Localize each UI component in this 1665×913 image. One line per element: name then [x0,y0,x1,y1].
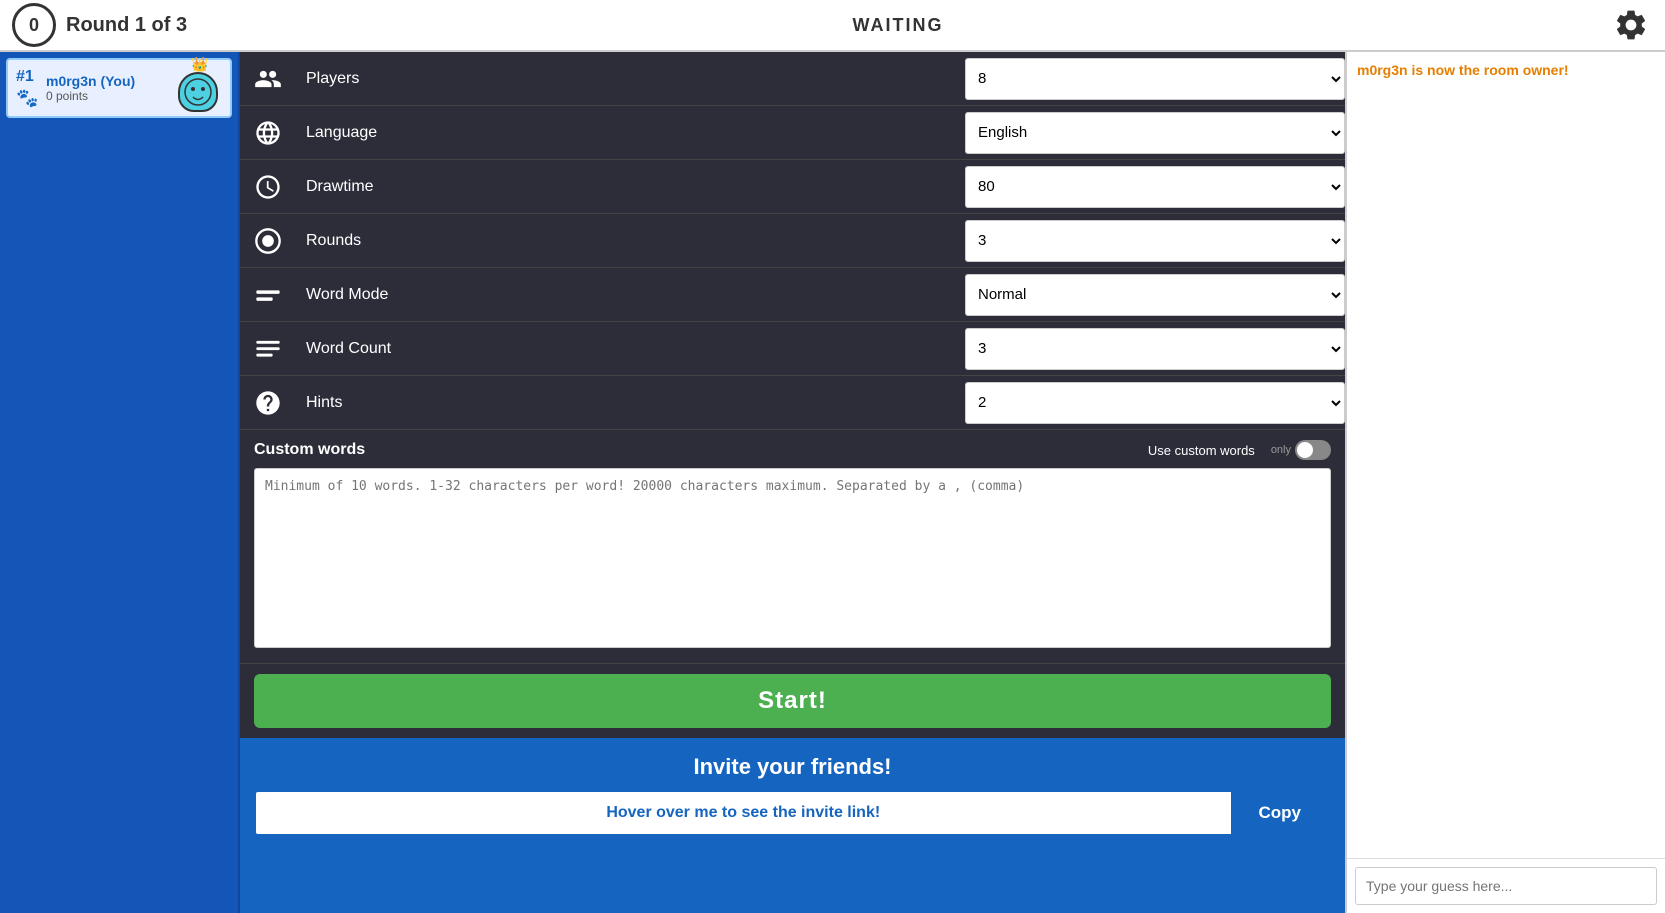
word-count-icon-cell [240,335,296,363]
custom-words-textarea[interactable] [254,468,1331,648]
players-label: Players [296,70,965,88]
word-count-select[interactable]: 1 2 3 4 5 [965,328,1345,370]
hints-label: Hints [296,394,965,412]
invite-link-text: Hover over me to see the invite link! [256,792,1231,834]
chat-input[interactable] [1355,867,1657,905]
custom-words-title: Custom words [254,441,365,459]
main-layout: #1 🐾 m0rg3n (You) 0 points 👑 [0,52,1665,913]
drawtime-select[interactable]: 80 30 60 120 180 [965,166,1345,208]
copy-button[interactable]: Copy [1231,792,1330,834]
language-icon-cell [240,119,296,147]
players-select[interactable]: 8 2 3 4 5 6 7 9 10 12 16 20 [965,58,1345,100]
use-custom-toggle-area: Use custom words only [1148,440,1331,460]
language-row: Language English German Spanish French [240,106,1345,160]
language-icon [254,119,282,147]
top-bar: 0 Round 1 of 3 WAITING [0,0,1665,52]
chat-owner-message: m0rg3n is now the room owner! [1357,62,1655,78]
players-icon-cell [240,65,296,93]
only-label: only [1271,444,1291,456]
players-icon [254,65,282,93]
rounds-select[interactable]: 2 3 4 5 6 8 10 [965,220,1345,262]
custom-words-header: Custom words Use custom words only [254,440,1331,460]
avatar-body [178,72,218,112]
chat-input-area [1347,858,1665,913]
invite-link-row: Hover over me to see the invite link! Co… [254,790,1331,836]
word-count-row: Word Count 1 2 3 4 5 [240,322,1345,376]
start-btn-container: Start! [240,664,1345,738]
player-rank-label: #1 🐾 [16,68,40,109]
drawtime-label: Drawtime [296,178,965,196]
word-mode-select[interactable]: Normal Hidden Combination [965,274,1345,316]
hints-icon [254,389,282,417]
center-panel: Players 8 2 3 4 5 6 7 9 10 12 16 20 [240,52,1345,913]
settings-form: Players 8 2 3 4 5 6 7 9 10 12 16 20 [240,52,1345,430]
rounds-icon [254,227,282,255]
invite-title: Invite your friends! [254,754,1331,780]
hints-icon-cell [240,389,296,417]
player-info: m0rg3n (You) 0 points [46,73,172,103]
word-mode-row: Word Mode Normal Hidden Combination [240,268,1345,322]
rounds-icon-cell [240,227,296,255]
use-custom-label: Use custom words [1148,443,1255,458]
word-mode-icon [254,281,282,309]
hints-row: Hints 0 1 2 3 4 5 [240,376,1345,430]
clock-icon [254,173,282,201]
word-count-label: Word Count [296,340,965,358]
drawtime-icon-cell [240,173,296,201]
rounds-label: Rounds [296,232,965,250]
drawtime-row: Drawtime 80 30 60 120 180 [240,160,1345,214]
language-select[interactable]: English German Spanish French [965,112,1345,154]
language-label: Language [296,124,965,142]
round-title: Round 1 of 3 [66,14,187,37]
custom-words-section: Custom words Use custom words only [240,430,1345,664]
status-label: WAITING [853,15,944,36]
round-counter: 0 [12,3,56,47]
start-button[interactable]: Start! [254,674,1331,728]
word-mode-label: Word Mode [296,286,965,304]
hints-select[interactable]: 0 1 2 3 4 5 [965,382,1345,424]
rounds-row: Rounds 2 3 4 5 6 8 10 [240,214,1345,268]
players-row: Players 8 2 3 4 5 6 7 9 10 12 16 20 [240,52,1345,106]
crown-icon: 👑 [191,56,208,73]
use-custom-toggle[interactable] [1295,440,1331,460]
paw-icon: 🐾 [16,88,40,109]
chat-messages: m0rg3n is now the room owner! [1347,52,1665,858]
word-mode-icon-cell [240,281,296,309]
gear-icon [1613,7,1649,43]
avatar: 👑 [178,66,222,110]
avatar-face [183,77,213,107]
round-info: 0 Round 1 of 3 [12,3,187,47]
sidebar-right: m0rg3n is now the room owner! [1345,52,1665,913]
settings-button[interactable] [1609,3,1653,47]
word-count-icon [254,335,282,363]
invite-section: Invite your friends! Hover over me to se… [240,738,1345,913]
sidebar-left: #1 🐾 m0rg3n (You) 0 points 👑 [0,52,240,913]
player-card: #1 🐾 m0rg3n (You) 0 points 👑 [6,58,232,118]
